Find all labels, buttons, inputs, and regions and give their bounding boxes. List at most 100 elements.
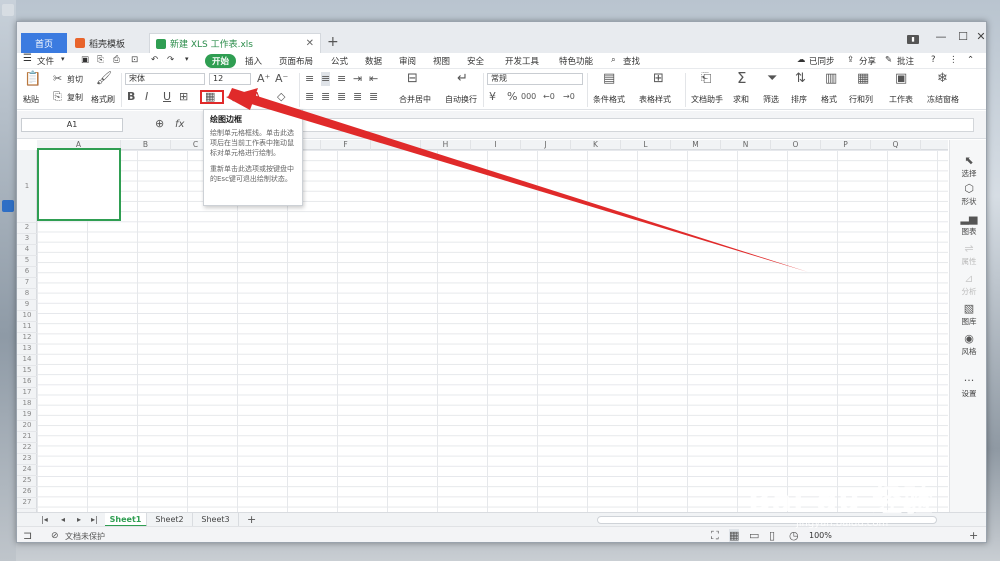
row-header[interactable]: 2 <box>17 223 37 234</box>
row-header[interactable]: 27 <box>17 498 37 509</box>
add-sheet-icon[interactable]: + <box>247 513 256 527</box>
row-header[interactable]: 21 <box>17 432 37 443</box>
row-header[interactable]: 11 <box>17 322 37 333</box>
font-shrink-icon[interactable]: A⁻ <box>275 72 288 86</box>
formula-input[interactable] <box>204 118 974 132</box>
search-icon[interactable]: ⌕ <box>611 55 616 65</box>
paste-icon[interactable]: 📋 <box>23 72 43 86</box>
currency-icon[interactable]: ¥ <box>489 90 496 104</box>
sum-button[interactable]: 求和 <box>733 94 749 105</box>
collapse-ribbon-icon[interactable]: ⌃ <box>967 55 974 65</box>
table-style-button[interactable]: 表格样式 <box>639 94 671 105</box>
share-button[interactable]: 分享 <box>859 55 876 67</box>
menu-review[interactable]: 审阅 <box>399 55 416 67</box>
freeze-panes-icon[interactable]: ❄ <box>937 72 948 86</box>
freeze-panes-button[interactable]: 冻结窗格 <box>927 94 959 105</box>
number-format-select[interactable]: 常规 <box>487 73 583 85</box>
tab-home[interactable]: 首页 <box>21 33 67 53</box>
filter-icon[interactable]: ⏷ <box>767 72 777 86</box>
copy-icon[interactable]: ⎘ <box>53 90 62 104</box>
print-icon[interactable]: ⎙ <box>113 55 120 65</box>
column-header[interactable]: B <box>121 140 171 150</box>
wrap-text-icon[interactable]: ↵ <box>457 72 468 86</box>
doc-helper-button[interactable]: 文档助手 <box>691 94 723 105</box>
menu-file[interactable]: 文件 <box>37 55 54 67</box>
font-family-select[interactable]: 宋体 <box>125 73 205 85</box>
align-bottom-icon[interactable]: ≡ <box>337 72 346 86</box>
column-header[interactable]: H <box>421 140 471 150</box>
row-header[interactable]: 12 <box>17 333 37 344</box>
row-header[interactable]: 15 <box>17 366 37 377</box>
sort-button[interactable]: 排序 <box>791 94 807 105</box>
copy-button[interactable]: 复制 <box>67 92 83 103</box>
column-header[interactable]: K <box>571 140 621 150</box>
worksheet-button[interactable]: 工作表 <box>889 94 913 105</box>
row-header[interactable]: 1 <box>17 150 37 223</box>
sync-status[interactable]: 已同步 <box>809 55 835 67</box>
normal-view-icon[interactable]: ▦ <box>729 529 740 542</box>
quick-access-icon[interactable]: ⎘ <box>97 55 104 65</box>
row-header[interactable]: 8 <box>17 289 37 300</box>
row-header[interactable]: 23 <box>17 454 37 465</box>
row-col-button[interactable]: 行和列 <box>849 94 873 105</box>
menu-page-layout[interactable]: 页面布局 <box>279 55 313 67</box>
row-col-icon[interactable]: ▦ <box>857 72 869 86</box>
increase-decimal-icon[interactable]: ←0 <box>543 90 555 104</box>
indent-increase-icon[interactable]: ⇥ <box>353 72 362 86</box>
align-top-icon[interactable]: ≡ <box>305 72 314 86</box>
new-tab-icon[interactable]: + <box>327 34 339 50</box>
row-header[interactable]: 20 <box>17 421 37 432</box>
row-header[interactable]: 9 <box>17 300 37 311</box>
sheet-nav-first-icon[interactable]: |◂ <box>41 513 48 527</box>
tab-document[interactable]: 新建 XLS 工作表.xls ✕ <box>149 33 321 53</box>
row-header[interactable]: 14 <box>17 355 37 366</box>
row-header[interactable]: 10 <box>17 311 37 322</box>
format-painter-button[interactable]: 格式刷 <box>91 94 115 105</box>
percent-button[interactable]: % <box>507 90 517 104</box>
align-middle-icon[interactable]: ≡ <box>321 72 331 86</box>
column-header[interactable]: J <box>521 140 571 150</box>
chevron-down-icon[interactable]: ▾ <box>61 55 65 63</box>
column-header[interactable]: O <box>771 140 821 150</box>
save-icon[interactable]: ▣ <box>81 55 89 65</box>
row-header[interactable]: 6 <box>17 267 37 278</box>
font-color-icon[interactable]: A <box>253 90 261 104</box>
menu-formulas[interactable]: 公式 <box>331 55 348 67</box>
pane-select[interactable]: ⬉ 选择 <box>950 154 986 179</box>
column-header[interactable]: P <box>821 140 871 150</box>
help-icon[interactable]: ? <box>931 55 936 65</box>
redo-icon[interactable]: ↷ <box>167 55 174 65</box>
pane-style[interactable]: ◉ 风格 <box>950 332 986 357</box>
bold-button[interactable]: B <box>127 90 135 104</box>
menu-search[interactable]: 查找 <box>623 55 640 67</box>
row-header[interactable]: 18 <box>17 399 37 410</box>
row-header[interactable]: 25 <box>17 476 37 487</box>
thousands-button[interactable]: 000 <box>521 90 536 104</box>
account-icon[interactable]: ▮ <box>907 35 919 44</box>
pane-chart[interactable]: ▂▅ 图表 <box>950 212 986 237</box>
tab-templates[interactable]: 稻壳模板 <box>69 33 147 53</box>
row-header[interactable]: 13 <box>17 344 37 355</box>
fill-color-icon[interactable]: ◈ <box>229 90 237 104</box>
sheet-nav-prev-icon[interactable]: ◂ <box>61 513 65 527</box>
doc-helper-icon[interactable]: ⎗ <box>701 72 711 86</box>
row-header[interactable]: 7 <box>17 278 37 289</box>
format-icon[interactable]: ▥ <box>825 72 837 86</box>
menu-developer[interactable]: 开发工具 <box>505 55 539 67</box>
font-size-select[interactable]: 12 <box>209 73 251 85</box>
cut-button[interactable]: 剪切 <box>67 74 83 85</box>
sheet-tab-2[interactable]: Sheet2 <box>147 513 193 527</box>
macro-icon[interactable]: ⊐ <box>23 529 32 542</box>
zoom-level[interactable]: 100% <box>809 531 832 540</box>
format-painter-icon[interactable]: 🖌 <box>95 72 113 86</box>
align-center-icon[interactable]: ≣ <box>321 90 330 104</box>
row-header[interactable]: 5 <box>17 256 37 267</box>
table-style-icon[interactable]: ⊞ <box>653 72 664 86</box>
sum-icon[interactable]: Σ <box>737 71 746 86</box>
paste-button[interactable]: 粘贴 <box>23 94 39 105</box>
column-header[interactable]: L <box>621 140 671 150</box>
borders-icon[interactable]: ⊞ <box>179 90 188 104</box>
hamburger-icon[interactable]: ☰ <box>23 53 32 64</box>
column-header[interactable]: N <box>721 140 771 150</box>
row-header[interactable]: 17 <box>17 388 37 399</box>
